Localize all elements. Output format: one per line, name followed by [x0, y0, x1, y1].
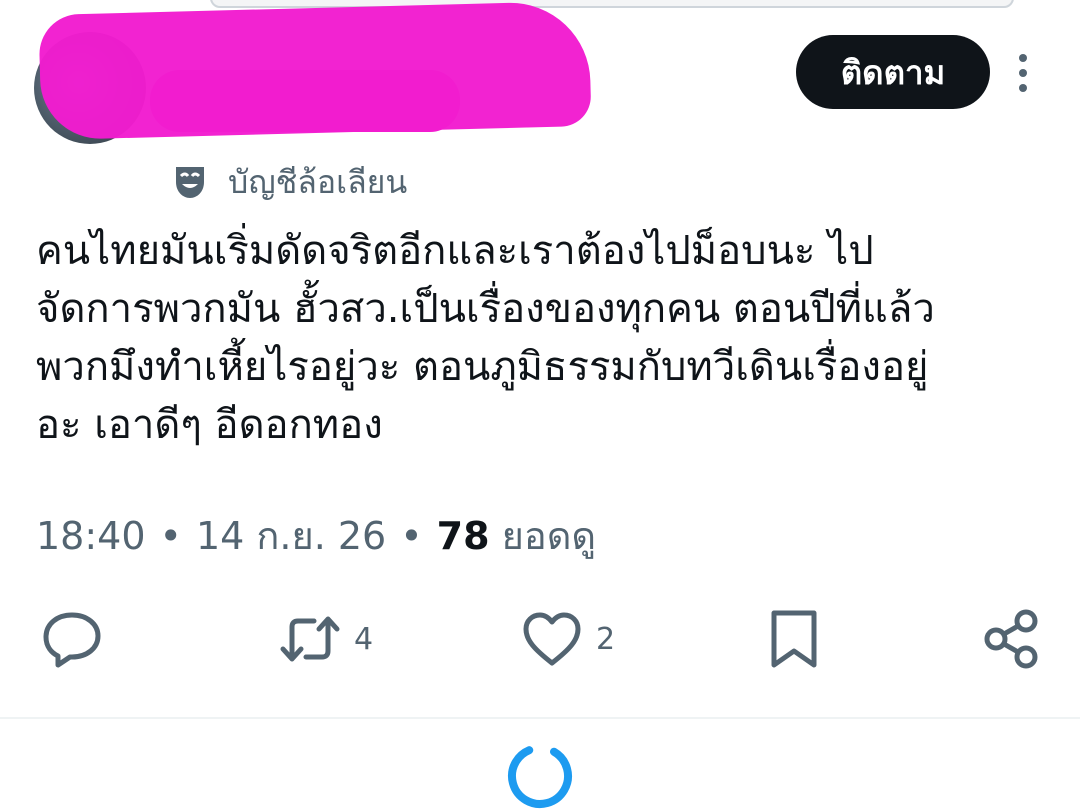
tweet-line: จัดการพวกมัน ฮั้วสว.เป็นเรื่องของทุกคน ต…	[36, 286, 935, 332]
reply-button[interactable]	[40, 604, 116, 674]
redaction-overlay-lower	[150, 70, 460, 132]
share-button[interactable]	[980, 604, 1044, 674]
tweet-date[interactable]: 14 ก.ย. 26	[196, 505, 386, 566]
bookmark-icon	[771, 610, 817, 668]
tweet-line: พวกมึงทำเหี้ยไรอยู่วะ ตอนภูมิธรรมกับทวีเ…	[36, 344, 929, 390]
like-icon	[523, 612, 581, 666]
tweet-page: @ ติดตาม บัญชีล้อเลียน คนไทยมันเริ่มดัดจ…	[0, 0, 1080, 810]
tweet-text: คนไทยมันเริ่มดัดจริตอีกและเราต้องไปม็อบน…	[36, 222, 1046, 454]
tweet-time[interactable]: 18:40	[36, 514, 146, 558]
meta-separator: •	[159, 514, 182, 558]
views-count: 78	[436, 514, 490, 558]
parody-account-row: บัญชีล้อเลียน	[170, 158, 407, 206]
bookmark-button[interactable]	[762, 604, 826, 674]
tweet-line: อะ เอาดีๆ อีดอกทอง	[36, 402, 383, 448]
vertical-dots-icon[interactable]	[1010, 52, 1036, 94]
views-label: ยอดดู	[501, 514, 597, 558]
repost-icon	[280, 616, 340, 662]
like-count: 2	[596, 621, 616, 657]
parody-mask-icon	[176, 167, 204, 198]
views[interactable]: 78 ยอดดู	[437, 505, 596, 566]
tweet-meta: 18:40 • 14 ก.ย. 26 • 78 ยอดดู	[36, 505, 596, 566]
meta-separator: •	[400, 514, 423, 558]
loading-spinner-icon	[508, 744, 572, 808]
tweet-line: คนไทยมันเริ่มดัดจริตอีกและเราต้องไปม็อบน…	[36, 228, 874, 274]
divider	[0, 717, 1080, 719]
like-button[interactable]: 2	[520, 604, 615, 674]
repost-button[interactable]: 4	[278, 604, 373, 674]
share-icon	[984, 609, 1038, 669]
parody-account-label: บัญชีล้อเลียน	[228, 162, 408, 201]
repost-count: 4	[354, 621, 374, 657]
follow-button[interactable]: ติดตาม	[796, 35, 990, 109]
reply-icon	[43, 612, 101, 668]
